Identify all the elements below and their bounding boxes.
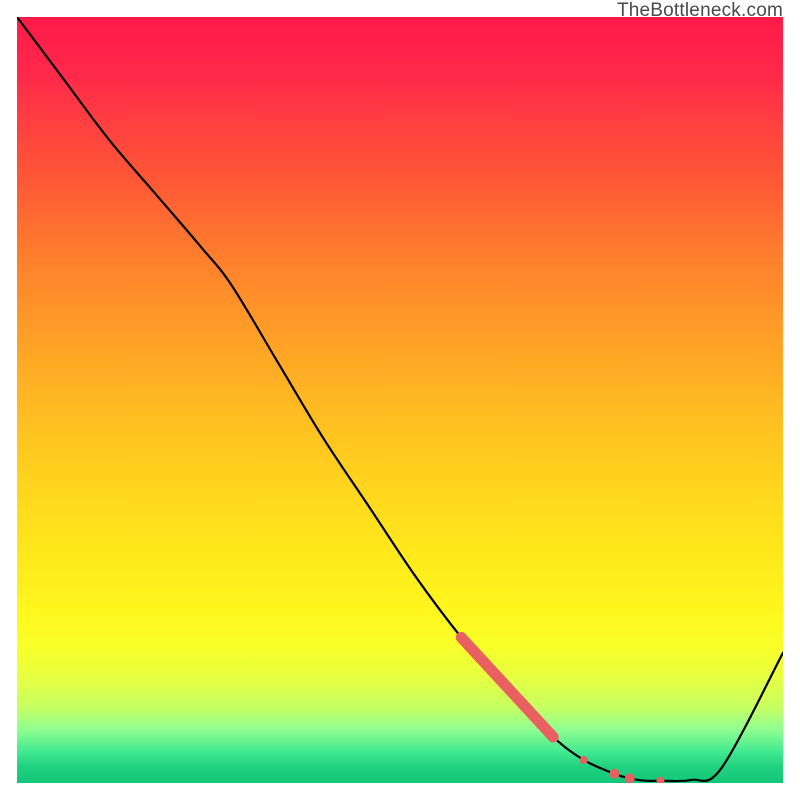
curve-layer xyxy=(17,17,783,783)
highlight-thick-line xyxy=(461,637,553,737)
highlight-dot xyxy=(625,773,635,783)
watermark-text: TheBottleneck.com xyxy=(617,0,783,22)
highlight-segment xyxy=(461,637,664,783)
highlight-dot xyxy=(609,769,619,779)
bottleneck-chart: TheBottleneck.com xyxy=(0,0,800,800)
bottleneck-curve-path xyxy=(17,17,783,781)
plot-area xyxy=(17,17,783,783)
main-curve xyxy=(17,17,783,781)
highlight-dot xyxy=(656,777,664,783)
highlight-dot xyxy=(580,756,588,764)
